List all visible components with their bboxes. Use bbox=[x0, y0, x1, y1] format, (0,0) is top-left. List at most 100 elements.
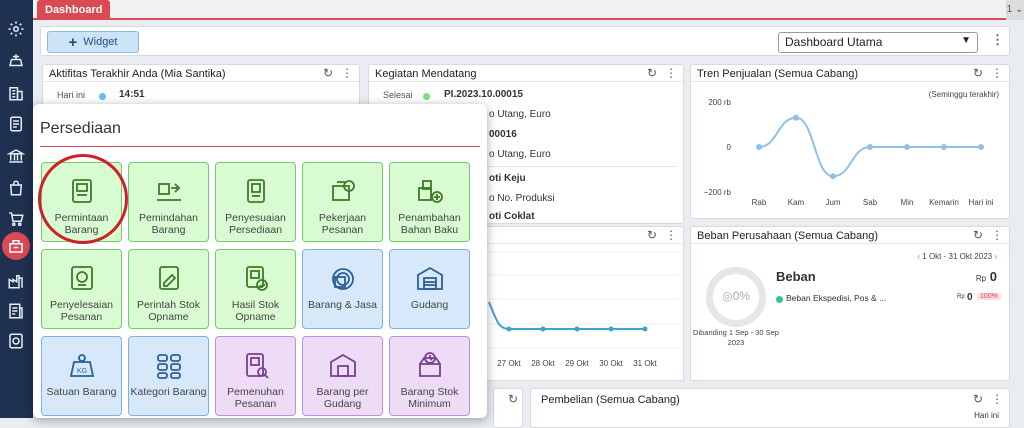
stock-order-icon bbox=[153, 263, 185, 293]
event-line: oti Coklat bbox=[489, 211, 535, 222]
x-tick-label: Rab bbox=[752, 198, 767, 207]
x-tick-label: Kemarin bbox=[929, 198, 959, 207]
tab-menu-button[interactable]: 1 ⌄ bbox=[1006, 0, 1024, 20]
widget-label: Widget bbox=[83, 36, 118, 48]
more-icon[interactable]: ⋮ bbox=[991, 392, 1003, 406]
refresh-icon[interactable]: ↻ bbox=[323, 66, 333, 80]
factory-icon[interactable] bbox=[5, 270, 27, 292]
menu-tile[interactable]: Pemenuhan Pesanan bbox=[215, 336, 296, 416]
menu-title: Persediaan bbox=[40, 120, 121, 137]
more-icon[interactable]: ⋮ bbox=[991, 66, 1003, 80]
activity-day: Hari ini bbox=[57, 90, 86, 100]
menu-tile-label: Barang & Jasa bbox=[308, 299, 377, 311]
report-icon[interactable] bbox=[5, 300, 27, 322]
event-dot bbox=[423, 93, 430, 100]
ship-icon[interactable] bbox=[5, 50, 27, 72]
menu-tile[interactable]: Kategori Barang bbox=[128, 336, 209, 416]
x-tick-label: 30 Okt bbox=[599, 359, 623, 368]
menu-tile-label: Penyelesaian Pesanan bbox=[49, 299, 114, 323]
refresh-icon[interactable]: ↻ bbox=[508, 392, 518, 406]
gear-icon[interactable] bbox=[5, 18, 27, 40]
chevron-down-icon: ▼ bbox=[961, 35, 971, 46]
event-line: oti Keju bbox=[489, 173, 526, 184]
prev-icon[interactable]: ‹ bbox=[917, 252, 920, 261]
menu-tile-label: Kategori Barang bbox=[130, 386, 207, 398]
add-widget-button[interactable]: + Widget bbox=[47, 31, 139, 53]
beban-item-label: Beban Ekspedisi, Pos & ... bbox=[786, 293, 887, 303]
data-point bbox=[574, 326, 580, 332]
menu-tile[interactable]: Hasil Stok Opname bbox=[215, 249, 296, 329]
next-icon[interactable]: › bbox=[994, 252, 997, 261]
dashboard-select[interactable]: Dashboard Utama ▼ bbox=[778, 32, 978, 53]
gauge-icon: ◎ bbox=[722, 289, 733, 303]
menu-tile-label: Gudang bbox=[410, 299, 449, 311]
fulfillment-icon bbox=[240, 350, 272, 380]
menu-tile-label: Perintah Stok Opname bbox=[136, 299, 201, 323]
data-point bbox=[793, 114, 799, 121]
menu-tile[interactable]: Penambahan Bahan Baku bbox=[389, 162, 470, 242]
event-line: o Utang, Euro bbox=[489, 149, 551, 160]
menu-tile[interactable]: Penyesuaian Persediaan bbox=[215, 162, 296, 242]
menu-tile[interactable]: Gudang bbox=[389, 249, 470, 329]
title-underline bbox=[40, 146, 480, 147]
item-currency: Rp bbox=[957, 294, 965, 300]
document-icon[interactable] bbox=[5, 113, 27, 135]
chevron-down-icon: ⌄ bbox=[1012, 4, 1024, 15]
refresh-icon[interactable]: ↻ bbox=[973, 228, 983, 242]
beban-total: Rp 0 bbox=[976, 269, 997, 284]
menu-tile[interactable]: Pekerjaan Pesanan bbox=[302, 162, 383, 242]
beban-heading: Beban bbox=[776, 269, 816, 284]
data-point bbox=[867, 144, 873, 150]
menu-tile[interactable]: KG Satuan Barang bbox=[41, 336, 122, 416]
menu-tile-label: Penambahan Bahan Baku bbox=[398, 212, 461, 236]
x-tick-label: 29 Okt bbox=[565, 359, 589, 368]
sales-trend-chart: 200 rb 0 −200 rb Rab Kam Jum Sab Min Kemarin Hari… bbox=[704, 98, 994, 207]
menu-tile[interactable]: Pemindahan Barang bbox=[128, 162, 209, 242]
chart-settings-icon[interactable] bbox=[5, 330, 27, 352]
divider bbox=[487, 166, 677, 167]
pembelian-right: Hari ini bbox=[974, 411, 999, 420]
more-icon[interactable]: ⋮ bbox=[341, 66, 353, 80]
toolbar-menu-icon[interactable]: ⋮ bbox=[991, 32, 1004, 48]
data-point bbox=[608, 326, 614, 332]
x-tick-label: Jum bbox=[825, 198, 840, 207]
min-stock-icon bbox=[414, 350, 446, 380]
menu-tile[interactable]: Barang & Jasa bbox=[302, 249, 383, 329]
menu-tile-label: Pemenuhan Pesanan bbox=[227, 386, 284, 410]
sidebar bbox=[0, 0, 33, 418]
beban-item-value: 0 bbox=[967, 292, 973, 303]
refresh-icon[interactable]: ↻ bbox=[647, 66, 657, 80]
legend-dot bbox=[776, 296, 783, 303]
menu-tile[interactable]: Penyelesaian Pesanan bbox=[41, 249, 122, 329]
series-line bbox=[488, 301, 645, 330]
item-warehouse-icon bbox=[327, 350, 359, 380]
gauge-value: ◎0% bbox=[706, 289, 766, 303]
building-icon[interactable] bbox=[5, 82, 27, 104]
menu-tile[interactable]: Barang Stok Minimum bbox=[389, 336, 470, 416]
bag-icon[interactable] bbox=[5, 177, 27, 199]
menu-tile-label: Barang per Gudang bbox=[316, 386, 369, 410]
activity-time: 14:51 bbox=[119, 89, 145, 100]
transfer-icon bbox=[153, 176, 185, 206]
menu-tile-label: Hasil Stok Opname bbox=[231, 299, 280, 323]
more-icon[interactable]: ⋮ bbox=[665, 66, 677, 80]
inventory-icon[interactable] bbox=[2, 232, 30, 260]
menu-tile[interactable]: Barang per Gudang bbox=[302, 336, 383, 416]
adjustment-icon bbox=[240, 176, 272, 206]
menu-tile[interactable]: Perintah Stok Opname bbox=[128, 249, 209, 329]
event-status: Selesai bbox=[383, 90, 413, 100]
data-point bbox=[642, 326, 648, 332]
card-beban: Beban Perusahaan (Semua Cabang) ↻ ⋮ ‹ 1 O… bbox=[690, 226, 1010, 381]
bank-icon[interactable] bbox=[5, 145, 27, 167]
tab-dashboard[interactable]: Dashboard bbox=[37, 0, 111, 20]
plus-icon: + bbox=[68, 33, 78, 51]
card-title: Aktifitas Terakhir Anda (Mia Santika) bbox=[49, 68, 226, 80]
card-actions: ↻ ⋮ bbox=[647, 66, 677, 80]
persediaan-menu: Persediaan Permintaan Barang Pemindahan B… bbox=[33, 104, 487, 418]
refresh-icon[interactable]: ↻ bbox=[973, 392, 983, 406]
more-icon[interactable]: ⋮ bbox=[991, 228, 1003, 242]
refresh-icon[interactable]: ↻ bbox=[973, 66, 983, 80]
cart-icon[interactable] bbox=[5, 208, 27, 230]
data-point bbox=[978, 144, 984, 150]
data-point bbox=[756, 144, 762, 150]
